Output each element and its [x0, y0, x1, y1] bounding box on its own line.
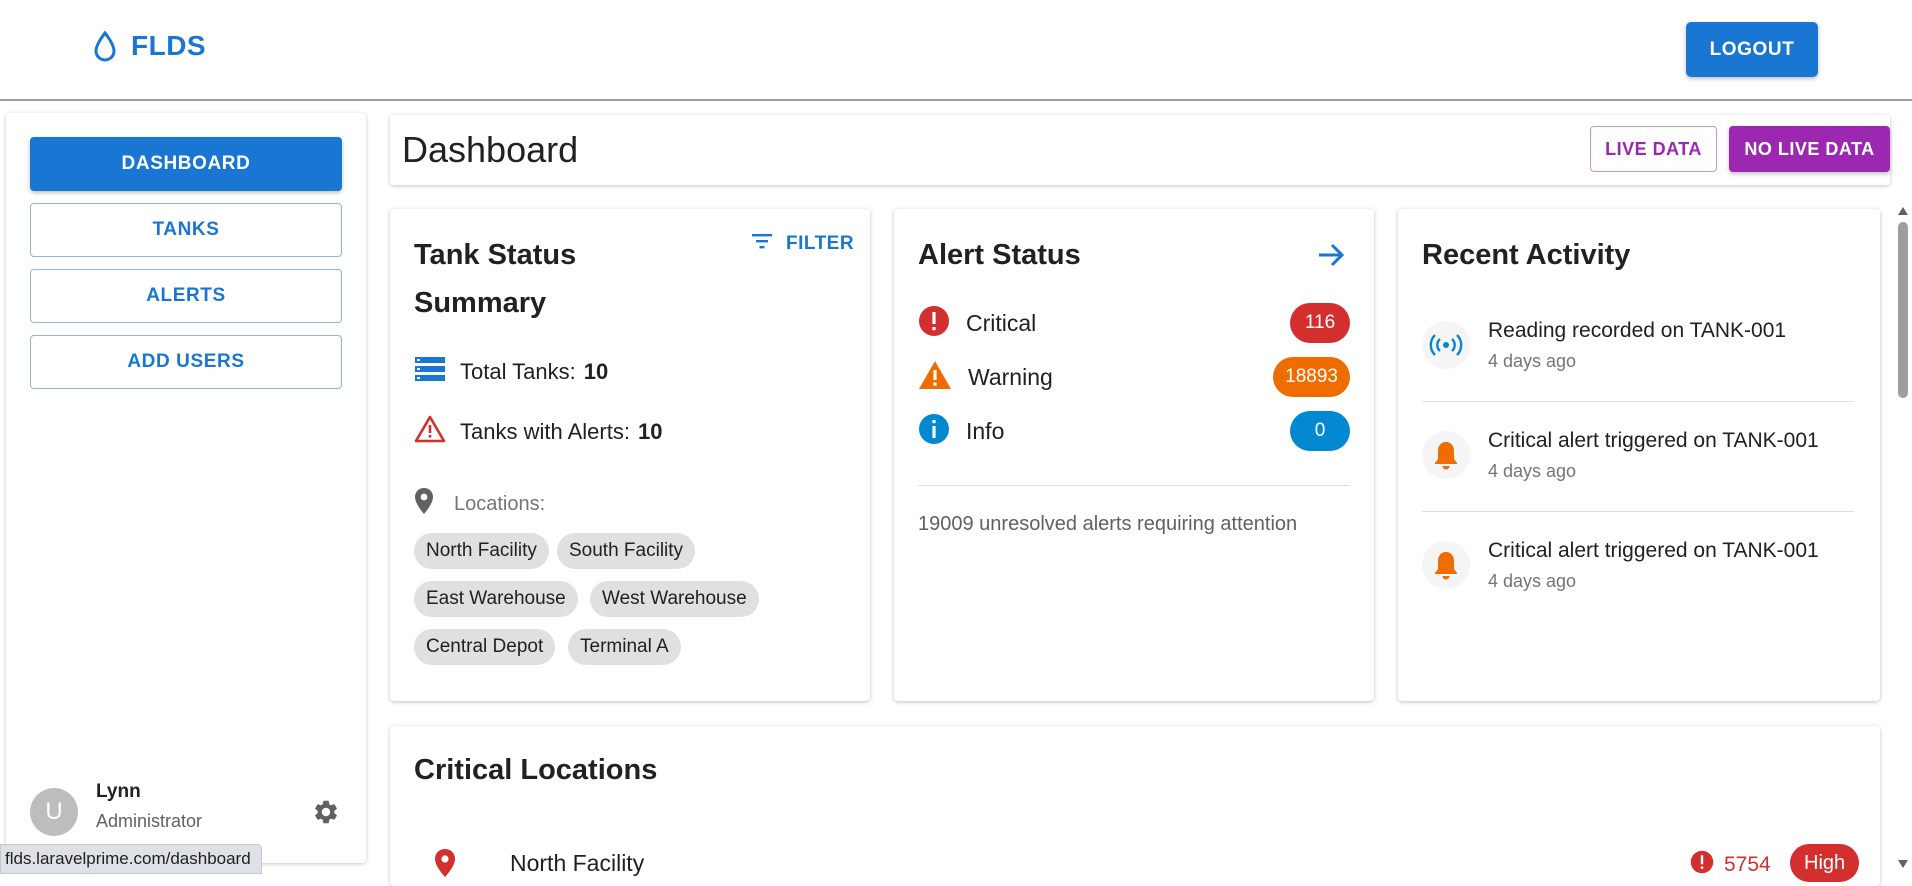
- tanks-with-alerts-label: Tanks with Alerts:: [460, 419, 630, 444]
- activity-item[interactable]: Critical alert triggered on TANK-001 4 d…: [1422, 419, 1854, 509]
- location-chip[interactable]: North Facility: [414, 533, 549, 569]
- recent-activity-card: Recent Activity Reading recorded on TANK…: [1398, 209, 1880, 701]
- total-tanks-value: 10: [583, 359, 609, 384]
- activity-item[interactable]: Critical alert triggered on TANK-001 4 d…: [1422, 529, 1854, 619]
- location-chip[interactable]: Terminal A: [568, 629, 681, 665]
- critical-locations-card: Critical Locations North Facility 5754 H…: [390, 726, 1880, 886]
- total-tanks-label: Total Tanks:: [460, 359, 576, 384]
- warning-icon: [918, 359, 952, 396]
- divider: [918, 485, 1350, 486]
- critical-location-row[interactable]: North Facility 5754 High: [414, 844, 1860, 884]
- critical-count-badge: 116: [1290, 303, 1350, 343]
- error-icon: [918, 305, 950, 342]
- alert-label: Critical: [966, 309, 1037, 336]
- tanks-with-alerts-row: Tanks with Alerts: 10: [414, 415, 662, 449]
- page-title: Dashboard: [402, 129, 579, 170]
- sidebar-item-add-users[interactable]: ADD USERS: [30, 335, 342, 389]
- alert-status-title: Alert Status: [918, 239, 1081, 271]
- divider: [1422, 401, 1854, 402]
- gear-icon[interactable]: [312, 798, 340, 831]
- filter-button[interactable]: FILTER: [750, 231, 854, 257]
- live-data-button[interactable]: LIVE DATA: [1590, 126, 1717, 172]
- activity-item[interactable]: Reading recorded on TANK-001 4 days ago: [1422, 309, 1854, 399]
- scroll-up-arrow-icon[interactable]: [1897, 203, 1909, 221]
- alert-label: Info: [966, 417, 1005, 444]
- brand-name: FLDS: [131, 30, 207, 61]
- storage-icon: [414, 355, 446, 389]
- activity-time: 4 days ago: [1488, 461, 1577, 481]
- sidebar-item-tanks[interactable]: TANKS: [30, 203, 342, 257]
- warning-triangle-icon: [414, 415, 446, 449]
- logout-button[interactable]: LOGOUT: [1686, 22, 1818, 77]
- scroll-down-arrow-icon[interactable]: [1897, 856, 1909, 874]
- critical-count-value: 5754: [1724, 853, 1771, 876]
- alert-row-info[interactable]: Info 0: [918, 411, 1350, 451]
- recent-activity-title: Recent Activity: [1422, 239, 1631, 271]
- sensor-icon: [1422, 321, 1470, 369]
- activity-text: Critical alert triggered on TANK-001: [1488, 539, 1819, 562]
- severity-badge: High: [1790, 844, 1860, 882]
- brand[interactable]: FLDS: [93, 30, 206, 62]
- sidebar: DASHBOARD TANKS ALERTS ADD USERS U Lynn …: [6, 113, 366, 863]
- page-scrollbar[interactable]: [1894, 200, 1912, 874]
- critical-locations-title: Critical Locations: [414, 754, 658, 786]
- locations-label: Locations:: [454, 492, 546, 515]
- bell-icon: [1422, 431, 1470, 479]
- tanks-with-alerts-value: 10: [637, 419, 663, 444]
- unresolved-alerts-text: 19009 unresolved alerts requiring attent…: [918, 513, 1298, 535]
- warning-count-badge: 18893: [1273, 357, 1350, 397]
- tank-status-title-line1: Tank Status: [414, 239, 577, 271]
- critical-location-name: North Facility: [510, 850, 645, 876]
- filter-icon: [750, 231, 774, 257]
- avatar[interactable]: U: [30, 788, 78, 836]
- location-chip[interactable]: West Warehouse: [590, 581, 759, 617]
- user-role: Administrator: [96, 811, 203, 831]
- locations-header: Locations:: [414, 487, 545, 521]
- location-pin-icon: [414, 487, 434, 521]
- tank-status-title-line2: Summary: [414, 287, 547, 319]
- status-bar-url: flds.laravelprime.com/dashboard: [0, 844, 262, 874]
- location-chip[interactable]: Central Depot: [414, 629, 556, 665]
- critical-location-count: 5754: [1690, 850, 1771, 880]
- user-name: Lynn: [96, 781, 141, 802]
- alert-status-card: Alert Status Critical 116 Warning 18893 …: [894, 209, 1374, 701]
- info-icon: [918, 413, 950, 450]
- activity-text: Critical alert triggered on TANK-001: [1488, 429, 1819, 452]
- location-chip[interactable]: East Warehouse: [414, 581, 578, 617]
- alert-row-critical[interactable]: Critical 116: [918, 303, 1350, 343]
- divider: [1422, 511, 1854, 512]
- location-chip[interactable]: South Facility: [557, 533, 696, 569]
- activity-text: Reading recorded on TANK-001: [1488, 319, 1787, 342]
- bell-icon: [1422, 541, 1470, 589]
- activity-time: 4 days ago: [1488, 571, 1577, 591]
- dashboard-header: Dashboard LIVE DATA NO LIVE DATA: [390, 115, 1890, 185]
- activity-time: 4 days ago: [1488, 351, 1577, 371]
- user-profile: U Lynn Administrator: [30, 781, 342, 841]
- no-live-data-button[interactable]: NO LIVE DATA: [1729, 126, 1890, 172]
- sidebar-item-dashboard[interactable]: DASHBOARD: [30, 137, 342, 191]
- arrow-right-icon[interactable]: [1316, 241, 1346, 274]
- info-count-badge: 0: [1290, 411, 1350, 451]
- tank-status-title: Tank Status Summary: [414, 231, 576, 327]
- scrollbar-thumb[interactable]: [1898, 222, 1908, 398]
- location-pin-icon: [434, 848, 456, 883]
- total-tanks-row: Total Tanks: 10: [414, 355, 608, 389]
- filter-label: FILTER: [786, 233, 855, 254]
- top-app-bar: FLDS LOGOUT: [0, 0, 1912, 101]
- water-drop-icon: [93, 30, 117, 62]
- tank-status-card: Tank Status Summary FILTER Total Tanks: …: [390, 209, 870, 701]
- sidebar-item-alerts[interactable]: ALERTS: [30, 269, 342, 323]
- alert-label: Warning: [968, 363, 1053, 390]
- error-icon: [1690, 850, 1714, 880]
- alert-row-warning[interactable]: Warning 18893: [918, 357, 1350, 397]
